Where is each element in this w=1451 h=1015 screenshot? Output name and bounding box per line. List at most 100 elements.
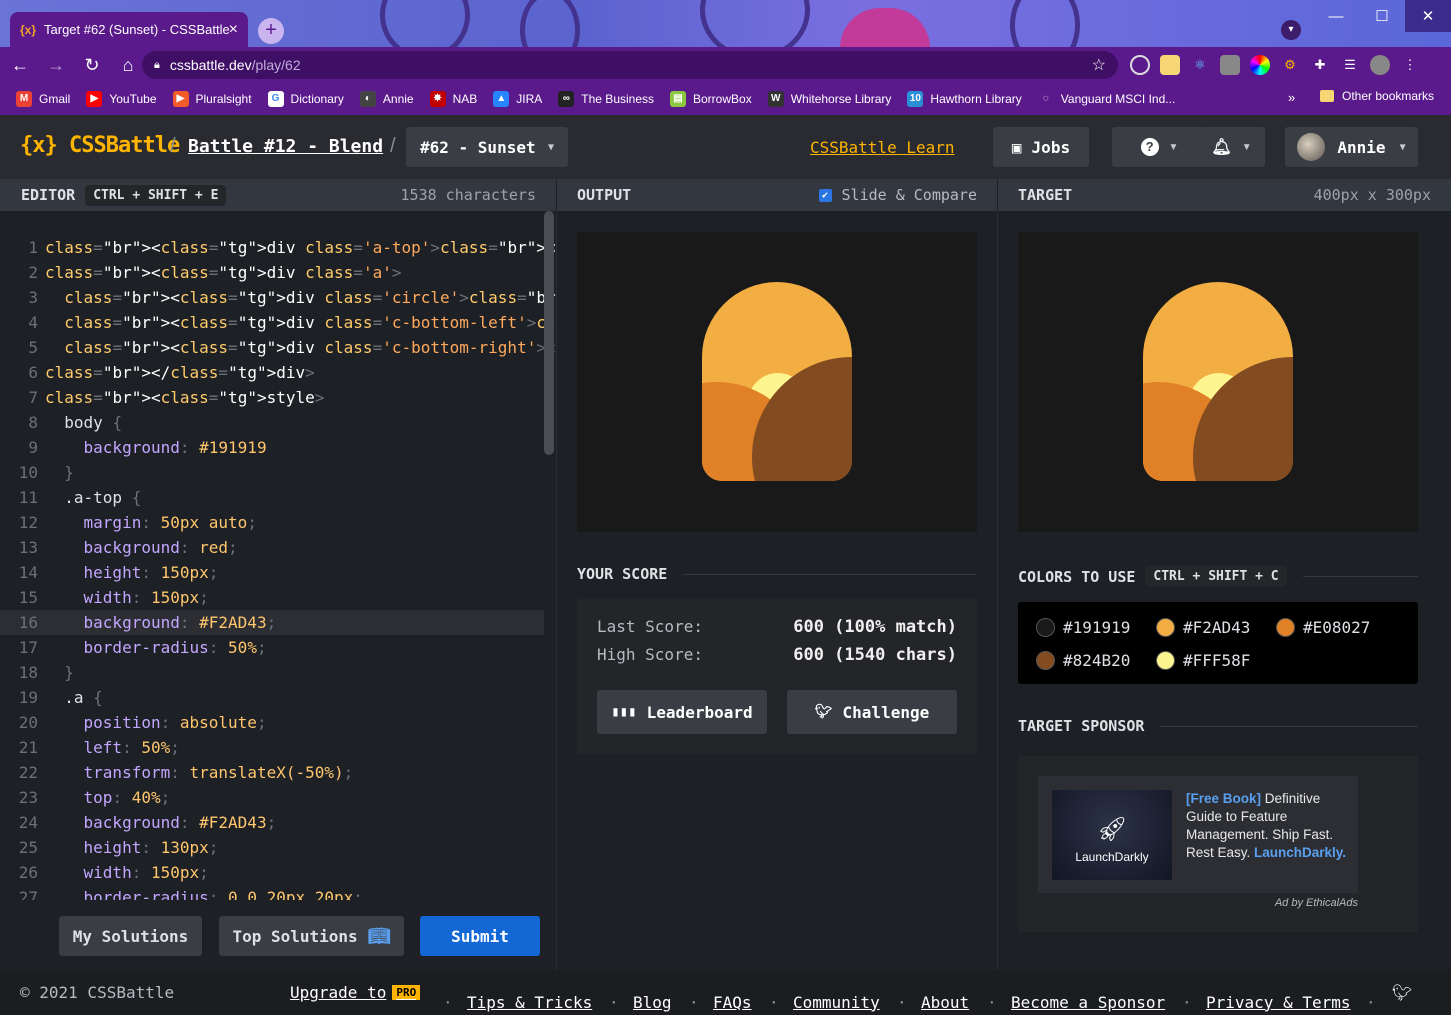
footer-link[interactable]: Blog bbox=[633, 993, 672, 1012]
browser-menu-icon[interactable]: ⋮ bbox=[1400, 55, 1420, 75]
footer-link[interactable]: Become a Sponsor bbox=[1011, 993, 1165, 1012]
code-line[interactable]: 9 background: #191919 bbox=[0, 435, 544, 460]
ad-free-book-link[interactable]: [Free Book] bbox=[1186, 791, 1261, 806]
learn-link[interactable]: CSSBattle Learn bbox=[810, 138, 955, 157]
tab-close-icon[interactable]: × bbox=[229, 21, 238, 39]
code-editor[interactable]: 1 class="br"><class="tg">div class='a-top… bbox=[0, 211, 556, 900]
help-menu-button[interactable]: ? ▼ bbox=[1112, 127, 1207, 167]
bookmark-star-icon[interactable]: ☆ bbox=[1092, 55, 1106, 75]
color-swatch[interactable]: #191919 bbox=[1036, 618, 1130, 637]
browser-tab-active[interactable]: {x} Target #62 (Sunset) - CSSBattle × bbox=[10, 12, 248, 47]
user-menu-button[interactable]: Annie ▼ bbox=[1285, 127, 1418, 167]
footer-link[interactable]: Privacy & Terms bbox=[1206, 993, 1351, 1012]
target-dropdown[interactable]: #62 - Sunset ▼ bbox=[406, 127, 568, 167]
bookmark-item[interactable]: W Whitehorse Library bbox=[767, 91, 891, 107]
checkbox-checked-icon[interactable]: ✔ bbox=[818, 188, 832, 202]
code-line[interactable]: 3 class="br"><class="tg">div class='circ… bbox=[0, 285, 556, 310]
ethicalads-credit[interactable]: Ad by EthicalAds bbox=[1275, 897, 1358, 909]
code-line[interactable]: 19 .a { bbox=[0, 685, 544, 710]
color-swatch[interactable]: #824B20 bbox=[1036, 651, 1130, 670]
code-line[interactable]: 22 transform: translateX(-50%); bbox=[0, 760, 544, 785]
reading-list-icon[interactable]: ☰ bbox=[1340, 55, 1360, 75]
sponsor-ad[interactable]: 🚀︎ LaunchDarkly [Free Book] Definitive G… bbox=[1038, 776, 1358, 893]
profile-avatar-icon[interactable] bbox=[1370, 55, 1390, 75]
bookmark-item[interactable]: ∞ The Business bbox=[558, 91, 654, 107]
output-preview[interactable] bbox=[577, 232, 977, 532]
forward-icon[interactable]: → bbox=[40, 55, 72, 76]
bookmark-item[interactable]: ▲ JIRA bbox=[493, 91, 542, 107]
code-line[interactable]: 2 class="br"><class="tg">div class='a'> bbox=[0, 260, 544, 285]
code-line[interactable]: 7 class="br"><class="tg">style> bbox=[0, 385, 544, 410]
footer-link[interactable]: FAQs bbox=[713, 993, 752, 1012]
code-line[interactable]: 4 class="br"><class="tg">div class='c-bo… bbox=[0, 310, 556, 335]
color-swatch[interactable]: #FFF58F bbox=[1156, 651, 1250, 670]
color-picker-icon[interactable] bbox=[1250, 55, 1270, 75]
code-line[interactable]: 21 left: 50%; bbox=[0, 735, 544, 760]
react-devtools-icon[interactable]: ⚛ bbox=[1190, 55, 1210, 75]
extension-notes-icon[interactable] bbox=[1160, 55, 1180, 75]
ad-brand-link[interactable]: LaunchDarkly. bbox=[1254, 845, 1346, 860]
bookmarks-overflow-icon[interactable]: » bbox=[1288, 90, 1295, 105]
other-bookmarks[interactable]: Other bookmarks bbox=[1320, 89, 1434, 103]
code-line[interactable]: 14 height: 150px; bbox=[0, 560, 544, 585]
home-icon[interactable]: ⌂ bbox=[112, 55, 144, 76]
bookmark-item[interactable]: ✸ NAB bbox=[429, 91, 477, 107]
bookmark-item[interactable]: ◐ Annie bbox=[359, 91, 414, 107]
address-bar[interactable]: 🔒︎ cssbattle.dev/play/62 ☆ bbox=[142, 51, 1118, 79]
code-line[interactable]: 18 } bbox=[0, 660, 544, 685]
bookmark-item[interactable]: ▶ YouTube bbox=[86, 91, 157, 107]
footer-link[interactable]: About bbox=[921, 993, 969, 1012]
color-swatch[interactable]: #F2AD43 bbox=[1156, 618, 1250, 637]
bookmark-item[interactable]: ▶ Pluralsight bbox=[172, 91, 252, 107]
footer-link[interactable]: Tips & Tricks bbox=[467, 993, 592, 1012]
notifications-button[interactable]: 🔔︎ ▼ bbox=[1198, 127, 1265, 167]
leaderboard-button[interactable]: ▮▮▮ Leaderboard bbox=[597, 690, 767, 734]
reload-icon[interactable]: ↻ bbox=[76, 55, 108, 76]
minimize-icon[interactable]: — bbox=[1313, 0, 1359, 32]
slide-compare-toggle[interactable]: ✔ Slide & Compare bbox=[818, 186, 977, 204]
extensions-puzzle-icon[interactable]: ✚ bbox=[1310, 55, 1330, 75]
code-line[interactable]: 5 class="br"><class="tg">div class='c-bo… bbox=[0, 335, 556, 360]
color-swatch[interactable]: #E08027 bbox=[1276, 618, 1370, 637]
code-line[interactable]: 8 body { bbox=[0, 410, 544, 435]
code-line[interactable]: 17 border-radius: 50%; bbox=[0, 635, 544, 660]
code-line[interactable]: 23 top: 40%; bbox=[0, 785, 544, 810]
code-line[interactable]: 24 background: #F2AD43; bbox=[0, 810, 544, 835]
new-tab-button[interactable]: + bbox=[258, 18, 284, 44]
bookmark-item[interactable]: G Dictionary bbox=[267, 91, 344, 107]
footer-link[interactable]: Community bbox=[793, 993, 880, 1012]
cssbattle-logo[interactable]: {x} CSSBattle bbox=[20, 133, 180, 158]
code-line[interactable]: 27 border-radius: 0 0 20px 20px; bbox=[0, 885, 544, 900]
my-solutions-button[interactable]: My Solutions bbox=[59, 916, 202, 956]
code-line[interactable]: 26 width: 150px; bbox=[0, 860, 544, 885]
submit-button[interactable]: Submit bbox=[420, 916, 540, 956]
bookmark-item[interactable]: ▤ BorrowBox bbox=[670, 91, 752, 107]
code-line[interactable]: 20 position: absolute; bbox=[0, 710, 544, 735]
back-icon[interactable]: ← bbox=[4, 55, 36, 76]
challenge-button[interactable]: 🐦︎ Challenge bbox=[787, 690, 957, 734]
editor-scrollbar[interactable] bbox=[544, 211, 554, 455]
code-line[interactable]: 15 width: 150px; bbox=[0, 585, 544, 610]
upgrade-link[interactable]: Upgrade to PRO bbox=[290, 983, 421, 1002]
extension-target-icon[interactable] bbox=[1130, 55, 1150, 75]
code-line[interactable]: 25 height: 130px; bbox=[0, 835, 544, 860]
window-close-icon[interactable]: ✕ bbox=[1405, 0, 1451, 32]
top-solutions-button[interactable]: Top Solutions 📖︎ bbox=[219, 916, 404, 956]
twitter-icon[interactable]: 🐦︎ bbox=[1392, 983, 1412, 1002]
breadcrumb-battle-link[interactable]: Battle #12 - Blend bbox=[188, 136, 383, 157]
code-line[interactable]: 16 background: #F2AD43; bbox=[0, 610, 544, 635]
code-line[interactable]: 11 .a-top { bbox=[0, 485, 544, 510]
tab-search-icon[interactable]: ▾ bbox=[1281, 20, 1301, 40]
code-line[interactable]: 6 class="br"></class="tg">div> bbox=[0, 360, 544, 385]
bookmark-item[interactable]: ◌ Vanguard MSCI Ind... bbox=[1037, 91, 1175, 107]
ad-text[interactable]: [Free Book] Definitive Guide to Feature … bbox=[1186, 790, 1356, 862]
code-line[interactable]: 10 } bbox=[0, 460, 544, 485]
code-line[interactable]: 13 background: red; bbox=[0, 535, 544, 560]
extension-chart-icon[interactable] bbox=[1220, 55, 1240, 75]
maximize-icon[interactable]: ☐ bbox=[1359, 0, 1405, 32]
bookmark-item[interactable]: M Gmail bbox=[16, 91, 70, 107]
code-line[interactable]: 12 margin: 50px auto; bbox=[0, 510, 544, 535]
launchdarkly-logo[interactable]: 🚀︎ LaunchDarkly bbox=[1052, 790, 1172, 880]
jobs-button[interactable]: ▣ Jobs bbox=[993, 127, 1089, 167]
bookmark-item[interactable]: 10 Hawthorn Library bbox=[907, 91, 1022, 107]
